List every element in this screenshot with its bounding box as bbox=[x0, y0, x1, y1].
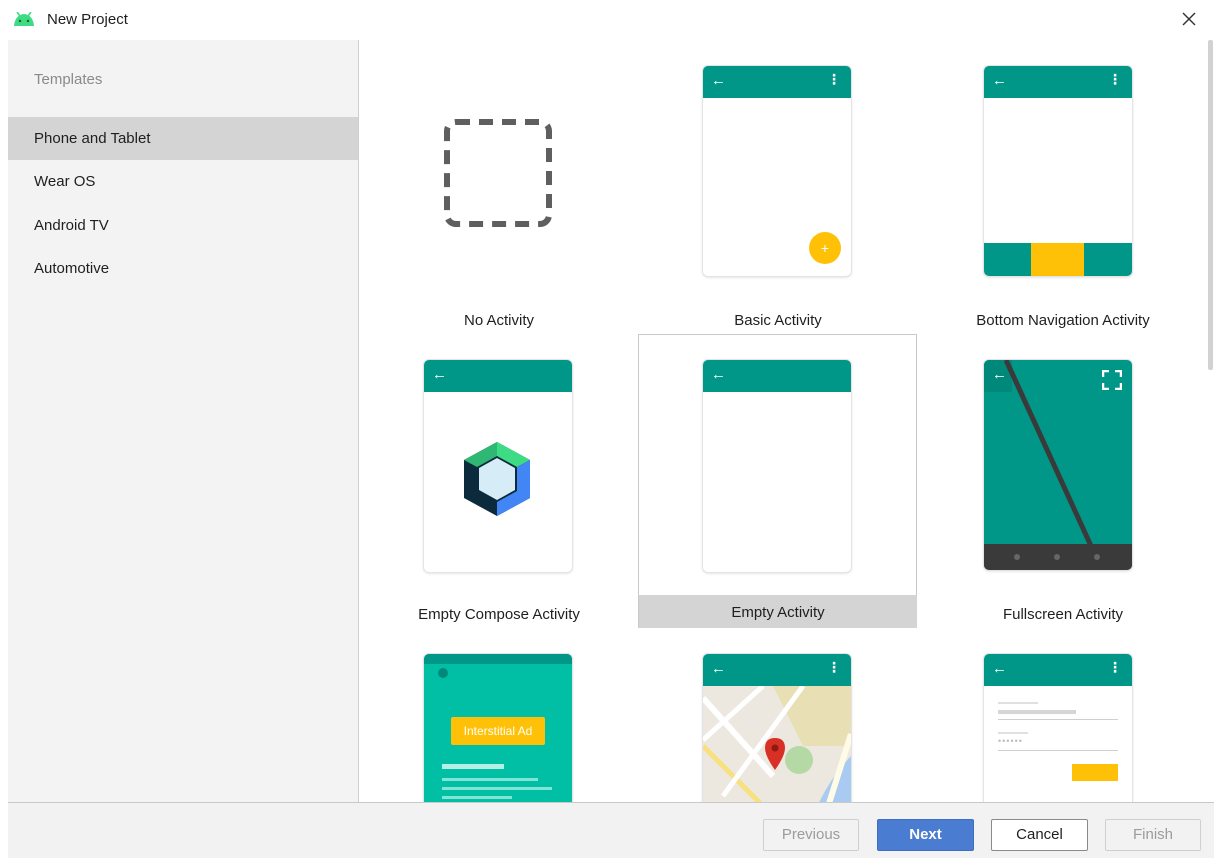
system-nav-bar bbox=[984, 544, 1132, 570]
dashed-square-icon bbox=[444, 119, 552, 227]
template-bottom-navigation-activity[interactable]: ← ⋮ Bottom Navigation Activity bbox=[918, 40, 1208, 334]
template-empty-activity[interactable]: ← Empty Activity bbox=[638, 334, 918, 628]
overflow-menu-icon: ⋮ bbox=[1108, 659, 1122, 675]
sidebar-item-automotive[interactable]: Automotive bbox=[8, 247, 358, 290]
template-label: Basic Activity bbox=[734, 312, 822, 329]
title-bar: New Project bbox=[0, 0, 1214, 40]
interstitial-ad-badge: Interstitial Ad bbox=[451, 717, 545, 745]
back-arrow-icon: ← bbox=[711, 72, 726, 89]
phone-preview: ← bbox=[424, 360, 572, 572]
bottom-nav-selected-item bbox=[1031, 243, 1084, 276]
phone-preview: ← bbox=[703, 360, 851, 572]
close-icon[interactable] bbox=[1178, 8, 1200, 30]
previous-button[interactable]: Previous bbox=[763, 819, 859, 851]
android-icon bbox=[14, 12, 34, 26]
jetpack-compose-icon bbox=[464, 442, 530, 516]
back-arrow-icon: ← bbox=[711, 660, 726, 677]
next-button[interactable]: Next bbox=[877, 819, 974, 851]
template-basic-activity[interactable]: ← ⋮ + Basic Activity bbox=[638, 40, 918, 334]
finish-button[interactable]: Finish bbox=[1105, 819, 1201, 851]
bottom-navigation-bar bbox=[984, 243, 1132, 276]
cancel-button[interactable]: Cancel bbox=[991, 819, 1088, 851]
back-arrow-icon: ← bbox=[432, 366, 447, 383]
phone-preview: ← bbox=[984, 360, 1132, 570]
templates-heading: Templates bbox=[34, 71, 103, 88]
template-no-activity[interactable]: No Activity bbox=[359, 40, 638, 334]
phone-preview: ← ⋮ bbox=[703, 654, 851, 802]
fab-icon: + bbox=[809, 232, 841, 264]
template-empty-compose-activity[interactable]: ← Empty Compose Activity bbox=[359, 334, 638, 628]
overflow-menu-icon: ⋮ bbox=[827, 71, 841, 87]
window-title: New Project bbox=[47, 11, 128, 28]
camera-dot-icon bbox=[438, 668, 448, 678]
template-login-activity[interactable]: ← ⋮ •••••• bbox=[918, 628, 1208, 802]
sidebar-item-wear-os[interactable]: Wear OS bbox=[8, 160, 358, 203]
back-arrow-icon: ← bbox=[711, 366, 726, 383]
overflow-menu-icon: ⋮ bbox=[1108, 71, 1122, 87]
phone-preview: Interstitial Ad bbox=[424, 654, 572, 802]
sidebar-item-phone-and-tablet[interactable]: Phone and Tablet bbox=[8, 117, 358, 160]
phone-preview: ← ⋮ •••••• bbox=[984, 654, 1132, 802]
template-google-maps-activity[interactable]: ← ⋮ bbox=[638, 628, 918, 802]
phone-preview: ← ⋮ + bbox=[703, 66, 851, 276]
scrollbar-thumb[interactable] bbox=[1208, 40, 1213, 370]
template-fullscreen-activity[interactable]: ← Fullscreen Activity bbox=[918, 334, 1208, 628]
template-interstitial-ad[interactable]: Interstitial Ad bbox=[359, 628, 638, 802]
login-button bbox=[1072, 764, 1118, 781]
template-label: Empty Activity bbox=[731, 604, 825, 621]
back-arrow-icon: ← bbox=[992, 660, 1007, 677]
overflow-menu-icon: ⋮ bbox=[827, 659, 841, 675]
password-mask: •••••• bbox=[998, 736, 1023, 746]
template-label: Fullscreen Activity bbox=[1002, 606, 1124, 623]
map-illustration bbox=[703, 686, 851, 802]
templates-sidebar: Templates Phone and Tablet Wear OS Andro… bbox=[8, 40, 358, 802]
phone-preview: ← ⋮ bbox=[984, 66, 1132, 276]
sidebar-item-android-tv[interactable]: Android TV bbox=[8, 204, 358, 247]
template-label: Bottom Navigation Activity bbox=[976, 312, 1150, 329]
diagonal-line bbox=[1003, 360, 1105, 570]
template-label: No Activity bbox=[463, 312, 535, 329]
dialog-footer: Previous Next Cancel Finish bbox=[8, 802, 1214, 858]
template-label: Empty Compose Activity bbox=[418, 606, 580, 623]
back-arrow-icon: ← bbox=[992, 72, 1007, 89]
